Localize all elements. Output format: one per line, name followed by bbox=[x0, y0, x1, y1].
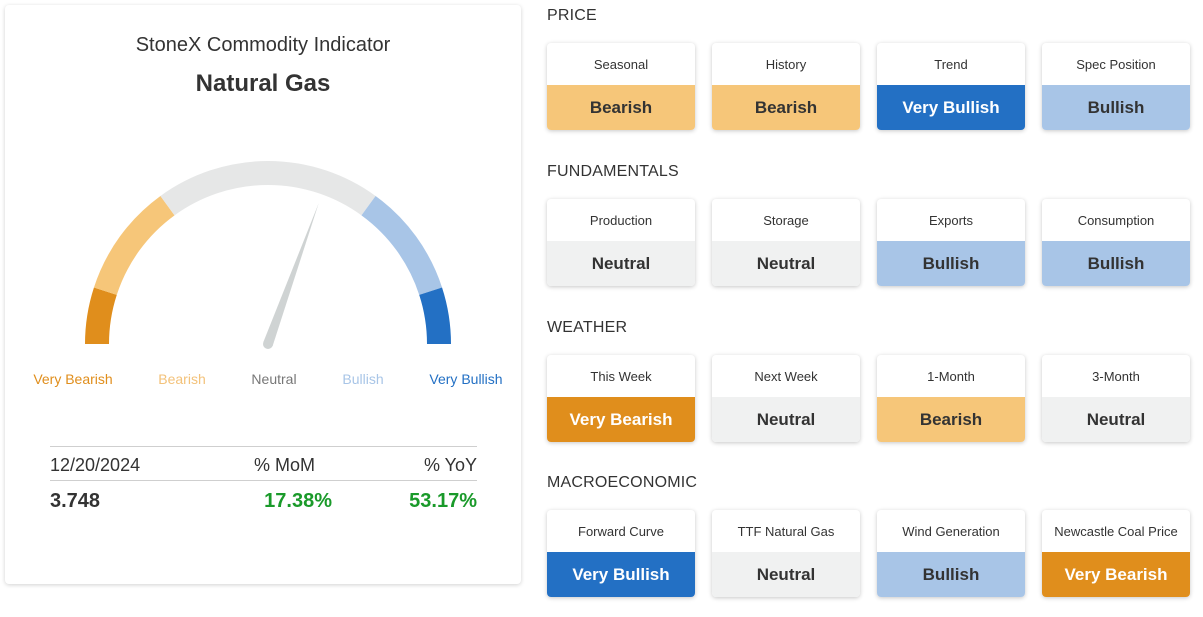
tile-sentiment-value: Very Bullish bbox=[877, 85, 1025, 130]
tile-sentiment-value: Bullish bbox=[1042, 85, 1190, 130]
tile-sentiment-value: Bullish bbox=[877, 552, 1025, 597]
indicator-tile-consumption[interactable]: Consumption Bullish bbox=[1042, 199, 1190, 286]
indicator-tile-newcastle-coal-price[interactable]: Newcastle Coal Price Very Bearish bbox=[1042, 510, 1190, 597]
tile-sentiment-value: Very Bearish bbox=[547, 397, 695, 442]
tile-label: Storage bbox=[763, 212, 809, 228]
indicator-tile-spec-position[interactable]: Spec Position Bullish bbox=[1042, 43, 1190, 130]
yoy-header: % YoY bbox=[423, 455, 477, 475]
indicator-tile-wind-generation[interactable]: Wind Generation Bullish bbox=[877, 510, 1025, 597]
indicator-tile-1-month[interactable]: 1-Month Bearish bbox=[877, 355, 1025, 442]
gauge-segment-bullish bbox=[361, 195, 443, 296]
gauge-label-bullish: Bullish bbox=[342, 371, 384, 387]
tile-sentiment-value: Very Bearish bbox=[1042, 552, 1190, 597]
section-title-macroeconomic: MACROECONOMIC bbox=[547, 474, 698, 491]
gauge-needle-base bbox=[263, 339, 273, 349]
stats-date: 12/20/2024 bbox=[50, 455, 141, 475]
gauge-segment-neutral bbox=[160, 161, 376, 216]
section-title-price: PRICE bbox=[547, 7, 597, 24]
indicator-tile-storage[interactable]: Storage Neutral bbox=[712, 199, 860, 286]
indicator-tile-3-month[interactable]: 3-Month Neutral bbox=[1042, 355, 1190, 442]
mom-value: 17.38% bbox=[264, 490, 332, 512]
sentiment-gauge bbox=[85, 161, 451, 349]
tile-sentiment-value: Bullish bbox=[1042, 241, 1190, 286]
tile-label: History bbox=[765, 56, 807, 72]
gauge-label-very-bearish: Very Bearish bbox=[33, 371, 113, 387]
tile-label: 3-Month bbox=[1092, 368, 1140, 384]
tile-sentiment-value: Neutral bbox=[712, 397, 860, 442]
yoy-value: 53.17% bbox=[409, 490, 477, 512]
tile-sentiment-value: Bullish bbox=[877, 241, 1025, 286]
section-title-weather: WEATHER bbox=[547, 319, 628, 336]
indicator-tile-next-week[interactable]: Next Week Neutral bbox=[712, 355, 860, 442]
indicator-tile-trend[interactable]: Trend Very Bullish bbox=[877, 43, 1025, 130]
tile-label: This Week bbox=[590, 368, 652, 384]
gauge-segment-very-bearish bbox=[85, 287, 117, 345]
tile-label: Forward Curve bbox=[578, 523, 664, 539]
indicator-tile-this-week[interactable]: This Week Very Bearish bbox=[547, 355, 695, 442]
tile-label: 1-Month bbox=[927, 368, 975, 384]
section-title-fundamentals: FUNDAMENTALS bbox=[547, 163, 679, 180]
indicator-tile-production[interactable]: Production Neutral bbox=[547, 199, 695, 286]
stats-divider-top bbox=[50, 446, 477, 447]
gauge-segment-bearish bbox=[93, 195, 175, 296]
mom-header: % MoM bbox=[254, 455, 316, 475]
tile-label: Seasonal bbox=[593, 56, 649, 72]
gauge-needle bbox=[263, 202, 319, 346]
tile-label: Exports bbox=[928, 212, 974, 228]
tile-label: Wind Generation bbox=[902, 523, 1000, 539]
tile-sentiment-value: Neutral bbox=[712, 552, 860, 597]
tile-label: Production bbox=[589, 212, 653, 228]
indicator-tile-history[interactable]: History Bearish bbox=[712, 43, 860, 130]
tile-sentiment-value: Neutral bbox=[712, 241, 860, 286]
gauge-label-neutral: Neutral bbox=[251, 371, 297, 387]
gauge-label-bearish: Bearish bbox=[158, 371, 206, 387]
indicator-tile-exports[interactable]: Exports Bullish bbox=[877, 199, 1025, 286]
tile-sentiment-value: Bearish bbox=[547, 85, 695, 130]
indicator-tile-forward-curve[interactable]: Forward Curve Very Bullish bbox=[547, 510, 695, 597]
tile-label: Spec Position bbox=[1076, 56, 1156, 72]
gauge-label-very-bullish: Very Bullish bbox=[429, 371, 503, 387]
tile-sentiment-value: Neutral bbox=[1042, 397, 1190, 442]
tile-label: Consumption bbox=[1077, 212, 1155, 228]
tile-label: Trend bbox=[934, 56, 968, 72]
tile-label: Next Week bbox=[754, 368, 818, 384]
price-value: 3.748 bbox=[50, 490, 101, 512]
indicator-gauge-card: StoneX Commodity Indicator Natural Gas V… bbox=[5, 5, 521, 584]
tile-sentiment-value: Very Bullish bbox=[547, 552, 695, 597]
gauge-segment-very-bullish bbox=[419, 287, 451, 345]
indicator-tile-seasonal[interactable]: Seasonal Bearish bbox=[547, 43, 695, 130]
tile-sentiment-value: Bearish bbox=[712, 85, 860, 130]
tile-sentiment-value: Neutral bbox=[547, 241, 695, 286]
tile-label: TTF Natural Gas bbox=[737, 523, 835, 539]
stats-divider bbox=[50, 480, 477, 481]
tile-sentiment-value: Bearish bbox=[877, 397, 1025, 442]
indicator-tile-ttf-natural-gas[interactable]: TTF Natural Gas Neutral bbox=[712, 510, 860, 597]
tile-label: Newcastle Coal Price bbox=[1054, 523, 1178, 539]
